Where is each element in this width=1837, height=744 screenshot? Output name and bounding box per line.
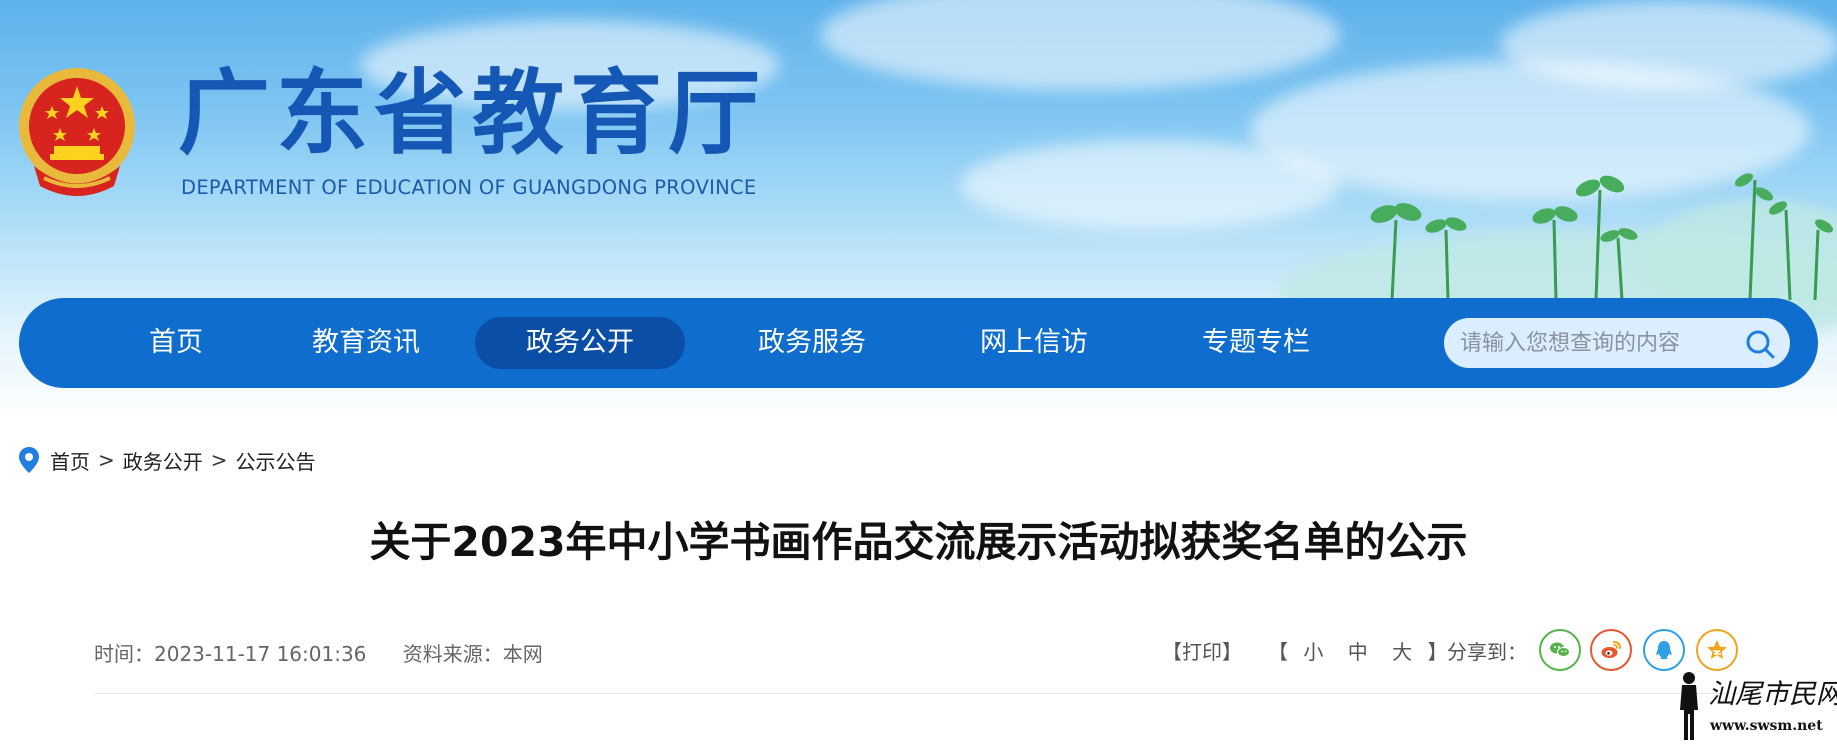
share-label: 分享到： [1447,640,1527,664]
share-wechat-button[interactable] [1539,629,1581,671]
search-input[interactable] [1460,318,1732,368]
search-box [1444,318,1790,368]
qq-icon [1656,641,1672,659]
nav-item-home[interactable]: 首页 [111,317,241,369]
site-title: 广东省教育厅 [178,60,767,167]
nav-item-education-news[interactable]: 教育资讯 [281,317,451,369]
font-size-medium-button[interactable]: 中 [1348,640,1368,664]
publish-time: 时间：2023-11-17 16:01:36 [94,642,367,666]
qzone-icon [1707,640,1727,659]
weibo-icon [1601,641,1621,658]
size-bracket-close: 】 [1427,640,1448,664]
nav-item-special-topics[interactable]: 专题专栏 [1171,317,1341,369]
location-pin-icon [19,447,39,473]
watermark-url: www.swsm.net [1710,718,1823,734]
search-icon[interactable] [1744,328,1776,360]
share-qzone-button[interactable] [1696,629,1738,671]
print-button[interactable]: 【打印】 [1162,636,1242,665]
watermark: 汕尾市民网 www.swsm.net [1672,670,1837,742]
share-weibo-button[interactable] [1590,629,1632,671]
breadcrumb-separator: > [98,448,115,472]
article-title: 关于2023年中小学书画作品交流展示活动拟获奖名单的公示 [369,518,1468,566]
breadcrumb-announcements[interactable]: 公示公告 [236,446,316,475]
watermark-figure-icon [1680,672,1698,740]
site-subtitle: DEPARTMENT OF EDUCATION OF GUANGDONG PRO… [181,176,757,199]
wechat-icon [1550,642,1570,657]
nav-item-government-services[interactable]: 政务服务 [727,317,897,369]
breadcrumb: 首页 > 政务公开 > 公示公告 [18,446,316,474]
national-emblem-icon [19,68,135,196]
breadcrumb-government-affairs[interactable]: 政务公开 [123,446,203,475]
share-qq-button[interactable] [1643,629,1685,671]
nav-item-online-petition[interactable]: 网上信访 [949,317,1119,369]
main-nav: 首页 教育资讯 政务公开 政务服务 网上信访 专题专栏 [19,298,1818,388]
article-source: 资料来源：本网 [402,642,543,666]
font-size-controls: 【 小 中 大 】 [1268,636,1447,665]
watermark-text: 汕尾市民网 [1708,679,1837,710]
size-bracket-open: 【 [1268,640,1288,664]
font-size-small-button[interactable]: 小 [1303,640,1323,664]
nav-item-government-affairs[interactable]: 政务公开 [475,317,685,369]
meta-divider [94,693,1742,694]
breadcrumb-separator: > [210,448,228,472]
article-meta: 时间：2023-11-17 16:01:36 资料来源：本网 [94,638,573,667]
font-size-large-button[interactable]: 大 [1392,640,1412,664]
sprout-decoration [1370,173,1834,300]
breadcrumb-home[interactable]: 首页 [50,446,90,475]
